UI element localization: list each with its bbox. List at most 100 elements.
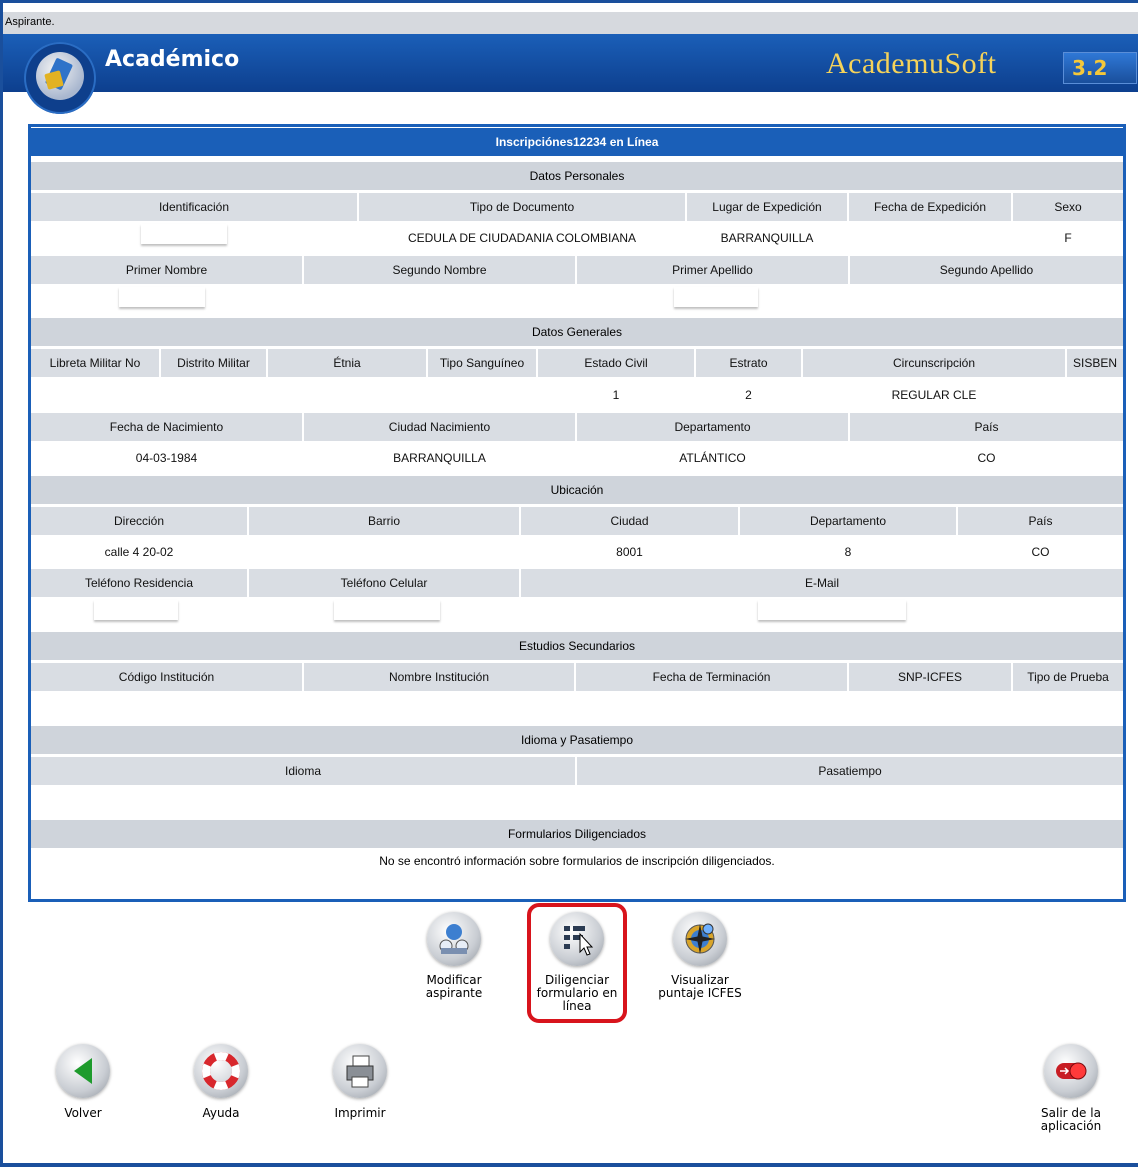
col-tipo-prueba: Tipo de Prueba xyxy=(1027,670,1109,684)
val-lugar-expedicion: BARRANQUILLA xyxy=(687,224,849,252)
col-circunscripcion: Circunscripción xyxy=(803,349,1067,377)
language-header-row: Idioma Pasatiempo xyxy=(31,757,1123,785)
col-distrito-militar: Distrito Militar xyxy=(161,349,268,377)
section-formularios: Formularios Diligenciados xyxy=(31,820,1123,848)
imprimir-label: Imprimir xyxy=(334,1106,386,1120)
general-value-row: 1 2 REGULAR CLE xyxy=(31,381,1123,409)
redacted-primer-apellido xyxy=(674,287,758,307)
col-fecha-terminacion: Fecha de Terminación xyxy=(576,663,849,691)
section-datos-generales: Datos Generales xyxy=(31,318,1123,346)
bottom-border xyxy=(3,1163,1138,1167)
col-barrio: Barrio xyxy=(249,507,521,535)
printer-icon xyxy=(333,1044,387,1098)
val-sisben xyxy=(1067,381,1123,409)
back-arrow-icon xyxy=(56,1044,110,1098)
val-libreta-militar xyxy=(31,381,161,409)
app-title: Académico xyxy=(105,47,240,72)
highlight-box xyxy=(527,903,627,1023)
salir-label: Salir de la aplicación xyxy=(1040,1106,1102,1133)
inscription-panel: Inscripciónes12234 en Línea Datos Person… xyxy=(28,124,1126,902)
col-direccion: Dirección xyxy=(31,507,249,535)
birth-value-row: 04-03-1984 BARRANQUILLA ATLÁNTICO CO xyxy=(31,444,1123,472)
val-ciudad-nacimiento: BARRANQUILLA xyxy=(304,444,577,472)
section-datos-personales: Datos Personales xyxy=(31,162,1123,190)
col-estrato: Estrato xyxy=(696,349,803,377)
col-fecha-expedicion: Fecha de Expedición xyxy=(849,193,1013,221)
val-pais-ubic: CO xyxy=(1031,545,1050,559)
location-header-row: Dirección Barrio Ciudad Departamento Paí… xyxy=(31,507,1123,535)
col-idioma: Idioma xyxy=(31,757,577,785)
section-ubicacion: Ubicación xyxy=(31,476,1123,504)
col-estado-civil: Estado Civil xyxy=(538,349,696,377)
col-segundo-nombre: Segundo Nombre xyxy=(304,256,577,284)
no-forms-notice: No se encontró información sobre formula… xyxy=(379,854,775,868)
val-circunscripcion: REGULAR CLE xyxy=(803,381,1067,409)
general-header-row: Libreta Militar No Distrito Militar Étni… xyxy=(31,349,1123,377)
academico-logo-icon xyxy=(24,42,96,114)
brand-version-badge: 3.2 xyxy=(1063,52,1137,84)
col-segundo-apellido: Segundo Apellido xyxy=(939,263,1034,277)
col-sisben: SISBEN xyxy=(1072,356,1117,370)
col-primer-apellido: Primer Apellido xyxy=(577,256,850,284)
col-sexo: Sexo xyxy=(1054,200,1082,214)
personal-header-row: Identificación Tipo de Documento Lugar d… xyxy=(31,193,1123,221)
exit-icon xyxy=(1044,1044,1098,1098)
col-identificacion: Identificación xyxy=(31,193,359,221)
col-departamento: Departamento xyxy=(577,413,850,441)
col-codigo-institucion: Código Institución xyxy=(31,663,304,691)
col-nombre-institucion: Nombre Institución xyxy=(304,663,576,691)
col-lugar-expedicion: Lugar de Expedición xyxy=(687,193,849,221)
col-etnia: Étnia xyxy=(268,349,428,377)
val-fecha-nacimiento: 04-03-1984 xyxy=(31,444,304,472)
col-snp-icfes: SNP-ICFES xyxy=(849,663,1013,691)
compass-icon xyxy=(673,912,727,966)
redacted-primer-nombre xyxy=(119,287,205,307)
val-fecha-expedicion xyxy=(849,224,1013,252)
status-strip: Aspirante. xyxy=(3,12,1138,34)
col-telefono-residencia: Teléfono Residencia xyxy=(31,569,249,597)
col-fecha-nacimiento: Fecha de Nacimiento xyxy=(31,413,304,441)
val-barrio xyxy=(249,538,521,566)
val-estrato: 2 xyxy=(696,381,803,409)
col-primer-nombre: Primer Nombre xyxy=(31,256,304,284)
volver-label: Volver xyxy=(64,1106,102,1120)
val-distrito-militar xyxy=(161,381,268,409)
col-email: E-Mail xyxy=(804,576,839,590)
val-estado-civil: 1 xyxy=(538,381,696,409)
val-pais: CO xyxy=(977,451,996,465)
val-ciudad: 8001 xyxy=(521,538,740,566)
redacted-telefono-residencia xyxy=(94,600,178,620)
col-tipo-documento: Tipo de Documento xyxy=(359,193,687,221)
val-etnia xyxy=(268,381,428,409)
val-tipo-sanguineo xyxy=(428,381,538,409)
section-estudios-secundarios: Estudios Secundarios xyxy=(31,632,1123,660)
col-telefono-celular: Teléfono Celular xyxy=(249,569,521,597)
redacted-telefono-celular xyxy=(334,600,440,620)
val-departamento-ubic: 8 xyxy=(740,538,958,566)
location-value-row: calle 4 20-02 8001 8 CO xyxy=(31,538,1123,566)
col-tipo-sanguineo: Tipo Sanguíneo xyxy=(428,349,538,377)
col-departamento-ubic: Departamento xyxy=(740,507,958,535)
col-ciudad: Ciudad xyxy=(521,507,740,535)
contact-header-row: Teléfono Residencia Teléfono Celular E-M… xyxy=(31,569,1123,597)
visualizar-label: Visualizar puntaje ICFES xyxy=(658,973,742,1000)
redacted-email xyxy=(758,600,906,620)
ayuda-label: Ayuda xyxy=(202,1106,240,1120)
users-icon xyxy=(427,912,481,966)
col-pais-ubic: País xyxy=(1028,514,1053,528)
personal-names-header: Primer Nombre Segundo Nombre Primer Apel… xyxy=(31,256,1123,284)
val-sexo: F xyxy=(1064,231,1072,245)
col-pais: País xyxy=(974,420,999,434)
brand-logo: AcademuSoft xyxy=(826,47,997,80)
col-libreta-militar: Libreta Militar No xyxy=(31,349,161,377)
col-ciudad-nacimiento: Ciudad Nacimiento xyxy=(304,413,577,441)
birth-header-row: Fecha de Nacimiento Ciudad Nacimiento De… xyxy=(31,413,1123,441)
panel-title: Inscripciónes12234 en Línea xyxy=(31,128,1123,156)
val-direccion: calle 4 20-02 xyxy=(31,538,249,566)
col-pasatiempo: Pasatiempo xyxy=(818,764,882,778)
status-label: Aspirante. xyxy=(5,16,55,28)
secondary-header-row: Código Institución Nombre Institución Fe… xyxy=(31,663,1123,691)
val-departamento: ATLÁNTICO xyxy=(577,444,850,472)
modificar-label: Modificar aspirante xyxy=(425,973,483,1000)
section-idioma-pasatiempo: Idioma y Pasatiempo xyxy=(31,726,1123,754)
